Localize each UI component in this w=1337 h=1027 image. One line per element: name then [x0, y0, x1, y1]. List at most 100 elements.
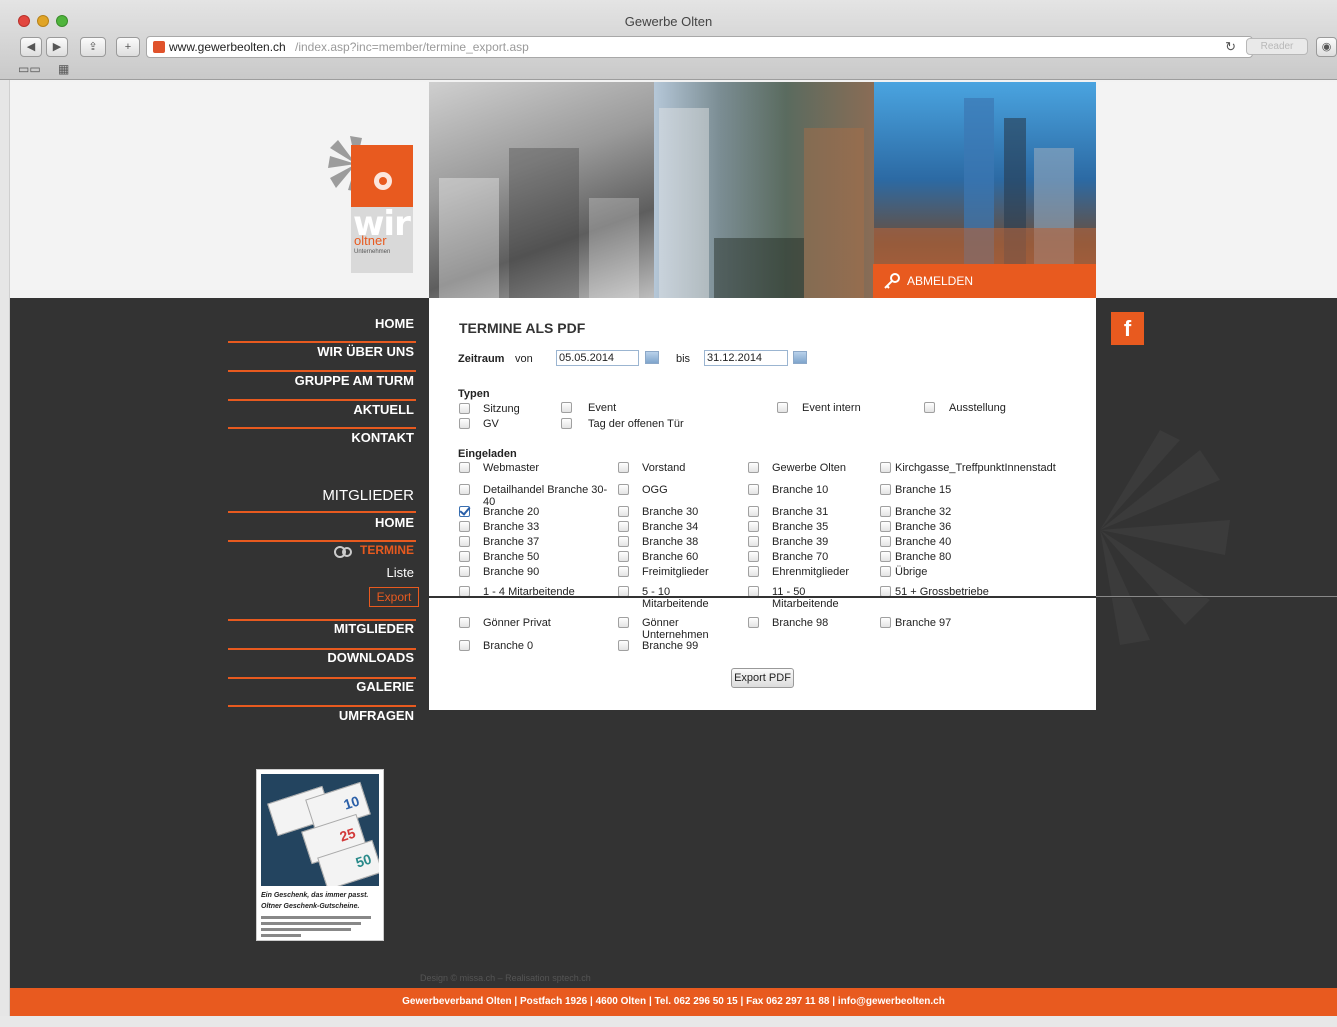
nav-termine-export[interactable]: Export — [369, 587, 419, 607]
invited-option-label: Branche 39 — [772, 536, 829, 548]
back-button[interactable]: ◀ — [20, 37, 42, 57]
url-host: www.gewerbeolten.ch — [169, 40, 286, 54]
invited-option-label: Übrige — [895, 566, 928, 578]
type-option-checkbox[interactable] — [777, 402, 788, 413]
invited-option-checkbox[interactable] — [748, 617, 759, 628]
invited-option-checkbox[interactable] — [618, 640, 629, 651]
invited-option-checkbox[interactable] — [880, 506, 891, 517]
key-icon — [884, 273, 900, 289]
invited-option-checkbox[interactable] — [880, 551, 891, 562]
ad-fine-print — [261, 928, 351, 931]
invited-option-checkbox[interactable] — [459, 484, 470, 495]
invited-option-checkbox[interactable] — [748, 536, 759, 547]
banner-old-town-photo — [429, 82, 654, 298]
nav-aktuell[interactable]: AKTUELL — [228, 396, 414, 424]
nav-mitglieder[interactable]: MITGLIEDER — [228, 615, 414, 643]
invited-option-checkbox[interactable] — [459, 617, 470, 628]
calendar-icon[interactable] — [645, 351, 659, 364]
logout-button[interactable]: ABMELDEN — [873, 264, 1096, 298]
invited-option-checkbox[interactable] — [880, 566, 891, 577]
invited-option-checkbox[interactable] — [618, 521, 629, 532]
invited-option-label: Branche 99 — [642, 640, 699, 652]
invited-option-checkbox[interactable] — [880, 617, 891, 628]
share-button[interactable]: ⇪ — [80, 37, 106, 57]
invited-option-checkbox[interactable] — [880, 484, 891, 495]
invited-option-checkbox[interactable] — [618, 506, 629, 517]
invited-option-checkbox[interactable] — [459, 566, 470, 577]
invited-option-label: Branche 40 — [895, 536, 952, 548]
reload-icon[interactable]: ↻ — [1225, 39, 1236, 55]
grid-icon[interactable]: ▦ — [58, 62, 69, 76]
invited-option-checkbox[interactable] — [459, 551, 470, 562]
invited-option-checkbox[interactable] — [880, 536, 891, 547]
nav-gruppe[interactable]: GRUPPE AM TURM — [228, 367, 414, 395]
invited-option-checkbox[interactable] — [618, 551, 629, 562]
reader-button[interactable]: Reader — [1246, 38, 1308, 55]
forward-button[interactable]: ▶ — [46, 37, 68, 57]
logo-subtitle: oltner — [354, 233, 387, 248]
facebook-icon[interactable]: f — [1111, 312, 1144, 345]
invited-option-checkbox[interactable] — [459, 640, 470, 651]
invited-option-checkbox[interactable] — [459, 536, 470, 547]
type-option-checkbox[interactable] — [561, 402, 572, 413]
logo[interactable] — [351, 145, 413, 207]
nav-downloads[interactable]: DOWNLOADS — [228, 644, 414, 672]
download-icon: ◉ — [1321, 41, 1332, 53]
invited-option-label: Branche 38 — [642, 536, 699, 548]
date-to-input[interactable] — [704, 350, 788, 366]
nav-galerie[interactable]: GALERIE — [228, 673, 414, 701]
voucher-value: 10 — [341, 792, 362, 813]
ad-subheadline: Oltner Geschenk-Gutscheine. — [261, 903, 360, 910]
invited-option-checkbox[interactable] — [459, 506, 470, 517]
type-option-checkbox[interactable] — [561, 418, 572, 429]
invited-option-checkbox[interactable] — [748, 484, 759, 495]
invited-option-checkbox[interactable] — [748, 506, 759, 517]
nav-kontakt[interactable]: KONTAKT — [228, 424, 414, 452]
invited-option-checkbox[interactable] — [459, 462, 470, 473]
type-option-checkbox[interactable] — [459, 403, 470, 414]
invited-option-label: Webmaster — [483, 462, 540, 474]
window-title: Gewerbe Olten — [624, 14, 713, 29]
type-option-checkbox[interactable] — [924, 402, 935, 413]
new-tab-button[interactable]: + — [116, 37, 140, 57]
voucher-ad-image: 10 25 50 — [261, 774, 379, 886]
calendar-icon[interactable] — [793, 351, 807, 364]
period-label: Zeitraum — [458, 353, 505, 365]
nav-termine[interactable]: TERMINE — [228, 543, 414, 557]
date-from-input[interactable] — [556, 350, 639, 366]
nav-about[interactable]: WIR ÜBER UNS — [228, 338, 414, 366]
ad-fine-print — [261, 916, 371, 919]
invited-option-checkbox[interactable] — [880, 462, 891, 473]
invited-option-label: Branche 35 — [772, 521, 829, 533]
invited-option-label: Branche 20 — [483, 506, 540, 518]
invited-option-checkbox[interactable] — [618, 536, 629, 547]
nav-umfragen[interactable]: UMFRAGEN — [228, 702, 414, 730]
invited-option-checkbox[interactable] — [748, 566, 759, 577]
invited-option-checkbox[interactable] — [618, 566, 629, 577]
invited-option-checkbox[interactable] — [618, 484, 629, 495]
invited-option-checkbox[interactable] — [618, 617, 629, 628]
invited-option-checkbox[interactable] — [459, 521, 470, 532]
book-icon[interactable]: ▭▭ — [18, 62, 41, 76]
voucher-ad[interactable]: 10 25 50 Ein Geschenk, das immer passt. … — [256, 769, 384, 941]
address-bar[interactable]: www.gewerbeolten.ch /index.asp?inc=membe… — [146, 36, 1253, 58]
export-pdf-button[interactable]: Export PDF — [731, 668, 794, 688]
nav-home[interactable]: HOME — [228, 310, 414, 338]
invited-option-checkbox[interactable] — [618, 462, 629, 473]
invited-option-label: Branche 50 — [483, 551, 540, 563]
logo-emblem-icon — [374, 172, 392, 190]
nav-members-home[interactable]: HOME — [228, 509, 414, 537]
invited-option-label: Branche 34 — [642, 521, 699, 533]
nav-termine-liste[interactable]: Liste — [228, 565, 414, 580]
invited-option-label: Branche 31 — [772, 506, 829, 518]
invited-option-checkbox[interactable] — [880, 521, 891, 532]
invited-option-label: Branche 10 — [772, 484, 829, 496]
invited-option-label: Branche 32 — [895, 506, 952, 518]
invited-option-checkbox[interactable] — [748, 521, 759, 532]
downloads-button[interactable]: ◉ — [1316, 37, 1337, 57]
type-option-label: Sitzung — [483, 403, 520, 415]
type-option-checkbox[interactable] — [459, 418, 470, 429]
invited-option-checkbox[interactable] — [748, 551, 759, 562]
invited-option-checkbox[interactable] — [748, 462, 759, 473]
copyright: Design © missa.ch – Realisation sptech.c… — [420, 973, 591, 983]
